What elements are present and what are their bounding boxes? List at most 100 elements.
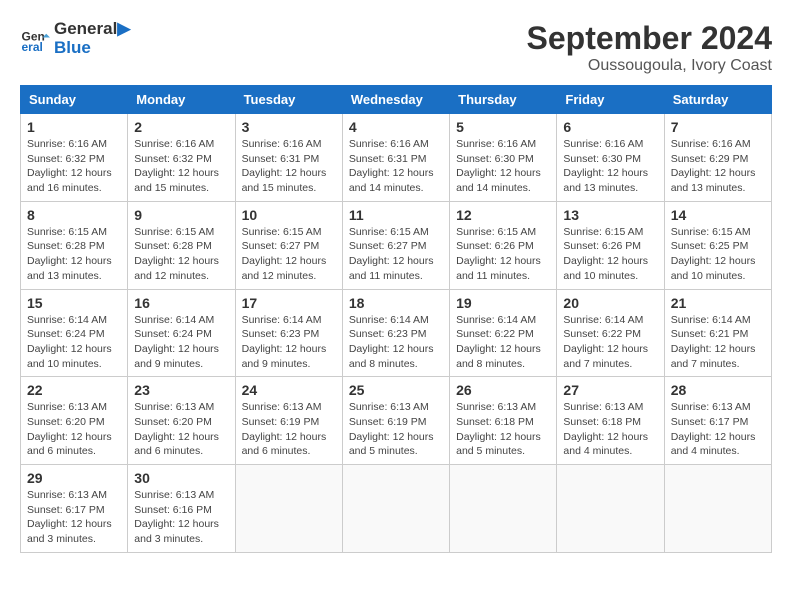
day-cell-10: 10 Sunrise: 6:15 AMSunset: 6:27 PMDaylig… — [235, 201, 342, 289]
day-info: Sunrise: 6:16 AMSunset: 6:30 PMDaylight:… — [456, 137, 550, 196]
page-header: Gen eral General▶ Blue September 2024 Ou… — [20, 20, 772, 75]
svg-text:eral: eral — [22, 40, 43, 54]
day-info: Sunrise: 6:16 AMSunset: 6:32 PMDaylight:… — [27, 137, 121, 196]
day-info: Sunrise: 6:15 AMSunset: 6:28 PMDaylight:… — [27, 225, 121, 284]
header-friday: Friday — [557, 86, 664, 114]
day-info: Sunrise: 6:15 AMSunset: 6:25 PMDaylight:… — [671, 225, 765, 284]
day-number: 2 — [134, 119, 228, 135]
day-info: Sunrise: 6:16 AMSunset: 6:32 PMDaylight:… — [134, 137, 228, 196]
day-cell-25: 25 Sunrise: 6:13 AMSunset: 6:19 PMDaylig… — [342, 377, 449, 465]
day-info: Sunrise: 6:13 AMSunset: 6:16 PMDaylight:… — [134, 488, 228, 547]
day-info: Sunrise: 6:15 AMSunset: 6:28 PMDaylight:… — [134, 225, 228, 284]
week-row-1: 1 Sunrise: 6:16 AMSunset: 6:32 PMDayligh… — [21, 114, 772, 202]
day-info: Sunrise: 6:15 AMSunset: 6:26 PMDaylight:… — [456, 225, 550, 284]
header-tuesday: Tuesday — [235, 86, 342, 114]
day-cell-3: 3 Sunrise: 6:16 AMSunset: 6:31 PMDayligh… — [235, 114, 342, 202]
week-row-2: 8 Sunrise: 6:15 AMSunset: 6:28 PMDayligh… — [21, 201, 772, 289]
day-number: 26 — [456, 382, 550, 398]
day-number: 24 — [242, 382, 336, 398]
day-cell-27: 27 Sunrise: 6:13 AMSunset: 6:18 PMDaylig… — [557, 377, 664, 465]
day-number: 5 — [456, 119, 550, 135]
day-number: 19 — [456, 295, 550, 311]
week-row-3: 15 Sunrise: 6:14 AMSunset: 6:24 PMDaylig… — [21, 289, 772, 377]
day-number: 13 — [563, 207, 657, 223]
calendar-table: Sunday Monday Tuesday Wednesday Thursday… — [20, 85, 772, 553]
day-number: 17 — [242, 295, 336, 311]
day-cell-2: 2 Sunrise: 6:16 AMSunset: 6:32 PMDayligh… — [128, 114, 235, 202]
header-saturday: Saturday — [664, 86, 771, 114]
day-number: 27 — [563, 382, 657, 398]
day-cell-19: 19 Sunrise: 6:14 AMSunset: 6:22 PMDaylig… — [450, 289, 557, 377]
day-number: 30 — [134, 470, 228, 486]
month-title: September 2024 — [527, 20, 772, 57]
day-info: Sunrise: 6:14 AMSunset: 6:24 PMDaylight:… — [27, 313, 121, 372]
day-info: Sunrise: 6:13 AMSunset: 6:18 PMDaylight:… — [456, 400, 550, 459]
day-number: 20 — [563, 295, 657, 311]
day-cell-13: 13 Sunrise: 6:15 AMSunset: 6:26 PMDaylig… — [557, 201, 664, 289]
week-row-4: 22 Sunrise: 6:13 AMSunset: 6:20 PMDaylig… — [21, 377, 772, 465]
day-cell-30: 30 Sunrise: 6:13 AMSunset: 6:16 PMDaylig… — [128, 465, 235, 553]
day-info: Sunrise: 6:14 AMSunset: 6:21 PMDaylight:… — [671, 313, 765, 372]
day-cell-7: 7 Sunrise: 6:16 AMSunset: 6:29 PMDayligh… — [664, 114, 771, 202]
week-row-5: 29 Sunrise: 6:13 AMSunset: 6:17 PMDaylig… — [21, 465, 772, 553]
day-number: 15 — [27, 295, 121, 311]
day-info: Sunrise: 6:14 AMSunset: 6:22 PMDaylight:… — [456, 313, 550, 372]
day-info: Sunrise: 6:13 AMSunset: 6:18 PMDaylight:… — [563, 400, 657, 459]
day-cell-28: 28 Sunrise: 6:13 AMSunset: 6:17 PMDaylig… — [664, 377, 771, 465]
day-info: Sunrise: 6:16 AMSunset: 6:31 PMDaylight:… — [242, 137, 336, 196]
day-cell-6: 6 Sunrise: 6:16 AMSunset: 6:30 PMDayligh… — [557, 114, 664, 202]
day-number: 6 — [563, 119, 657, 135]
day-number: 1 — [27, 119, 121, 135]
logo-line1: General▶ — [54, 20, 130, 39]
day-number: 4 — [349, 119, 443, 135]
day-number: 25 — [349, 382, 443, 398]
day-cell-18: 18 Sunrise: 6:14 AMSunset: 6:23 PMDaylig… — [342, 289, 449, 377]
day-info: Sunrise: 6:15 AMSunset: 6:27 PMDaylight:… — [242, 225, 336, 284]
day-cell-empty — [450, 465, 557, 553]
day-cell-20: 20 Sunrise: 6:14 AMSunset: 6:22 PMDaylig… — [557, 289, 664, 377]
header-monday: Monday — [128, 86, 235, 114]
day-cell-24: 24 Sunrise: 6:13 AMSunset: 6:19 PMDaylig… — [235, 377, 342, 465]
day-cell-22: 22 Sunrise: 6:13 AMSunset: 6:20 PMDaylig… — [21, 377, 128, 465]
day-number: 8 — [27, 207, 121, 223]
day-number: 18 — [349, 295, 443, 311]
day-cell-empty — [557, 465, 664, 553]
day-cell-empty — [342, 465, 449, 553]
day-cell-26: 26 Sunrise: 6:13 AMSunset: 6:18 PMDaylig… — [450, 377, 557, 465]
day-number: 16 — [134, 295, 228, 311]
day-info: Sunrise: 6:15 AMSunset: 6:26 PMDaylight:… — [563, 225, 657, 284]
day-info: Sunrise: 6:15 AMSunset: 6:27 PMDaylight:… — [349, 225, 443, 284]
header-sunday: Sunday — [21, 86, 128, 114]
day-number: 11 — [349, 207, 443, 223]
header-wednesday: Wednesday — [342, 86, 449, 114]
logo: Gen eral General▶ Blue — [20, 20, 130, 57]
location-title: Oussougoula, Ivory Coast — [527, 57, 772, 75]
day-info: Sunrise: 6:16 AMSunset: 6:31 PMDaylight:… — [349, 137, 443, 196]
day-number: 22 — [27, 382, 121, 398]
day-cell-21: 21 Sunrise: 6:14 AMSunset: 6:21 PMDaylig… — [664, 289, 771, 377]
day-number: 23 — [134, 382, 228, 398]
day-info: Sunrise: 6:14 AMSunset: 6:23 PMDaylight:… — [349, 313, 443, 372]
day-cell-16: 16 Sunrise: 6:14 AMSunset: 6:24 PMDaylig… — [128, 289, 235, 377]
day-cell-29: 29 Sunrise: 6:13 AMSunset: 6:17 PMDaylig… — [21, 465, 128, 553]
day-info: Sunrise: 6:13 AMSunset: 6:17 PMDaylight:… — [27, 488, 121, 547]
day-cell-5: 5 Sunrise: 6:16 AMSunset: 6:30 PMDayligh… — [450, 114, 557, 202]
day-cell-11: 11 Sunrise: 6:15 AMSunset: 6:27 PMDaylig… — [342, 201, 449, 289]
day-cell-17: 17 Sunrise: 6:14 AMSunset: 6:23 PMDaylig… — [235, 289, 342, 377]
day-number: 7 — [671, 119, 765, 135]
day-cell-8: 8 Sunrise: 6:15 AMSunset: 6:28 PMDayligh… — [21, 201, 128, 289]
day-info: Sunrise: 6:14 AMSunset: 6:23 PMDaylight:… — [242, 313, 336, 372]
logo-icon: Gen eral — [20, 24, 50, 54]
header-thursday: Thursday — [450, 86, 557, 114]
day-number: 10 — [242, 207, 336, 223]
day-number: 9 — [134, 207, 228, 223]
day-info: Sunrise: 6:16 AMSunset: 6:29 PMDaylight:… — [671, 137, 765, 196]
day-cell-4: 4 Sunrise: 6:16 AMSunset: 6:31 PMDayligh… — [342, 114, 449, 202]
day-cell-empty — [664, 465, 771, 553]
calendar-header-row: Sunday Monday Tuesday Wednesday Thursday… — [21, 86, 772, 114]
day-number: 21 — [671, 295, 765, 311]
day-info: Sunrise: 6:14 AMSunset: 6:22 PMDaylight:… — [563, 313, 657, 372]
title-block: September 2024 Oussougoula, Ivory Coast — [527, 20, 772, 75]
day-info: Sunrise: 6:13 AMSunset: 6:19 PMDaylight:… — [349, 400, 443, 459]
day-info: Sunrise: 6:16 AMSunset: 6:30 PMDaylight:… — [563, 137, 657, 196]
